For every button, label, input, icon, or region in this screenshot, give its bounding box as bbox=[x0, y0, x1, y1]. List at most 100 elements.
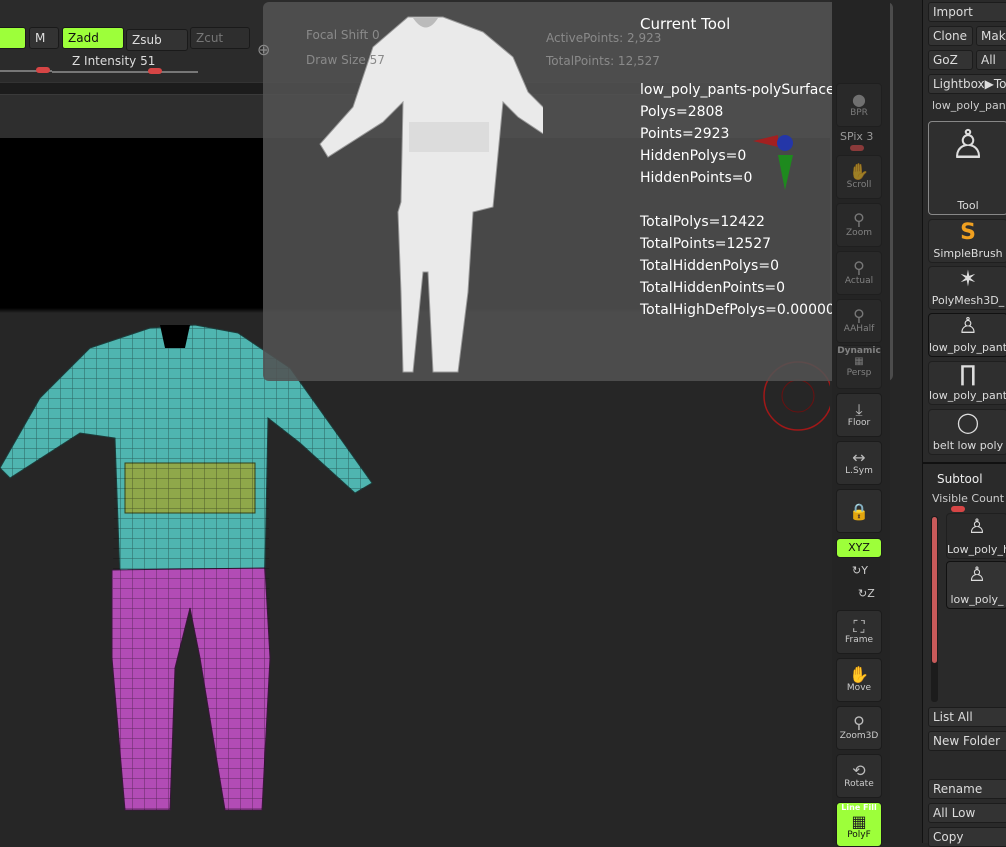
move-button[interactable]: ✋ Move bbox=[836, 658, 882, 702]
aahalf-button[interactable]: ⚲ AAHalf bbox=[836, 299, 882, 343]
zoom-button[interactable]: ⚲ Zoom bbox=[836, 203, 882, 247]
dynamic-label: Dynamic bbox=[837, 346, 881, 356]
tool-thumb-belt[interactable]: ◯ belt low poly bbox=[928, 409, 1006, 455]
bpr-label: BPR bbox=[850, 108, 868, 118]
magnifier-icon: ⚲ bbox=[853, 258, 865, 277]
magnifier-icon: ⚲ bbox=[853, 210, 865, 229]
subtool-label: low_poly_ bbox=[950, 593, 1004, 606]
all-low-button[interactable]: All Low bbox=[928, 803, 1006, 823]
brush-icon[interactable]: ⊕ bbox=[257, 40, 270, 59]
hand-icon: ✋ bbox=[849, 162, 869, 181]
list-all-button[interactable]: List All bbox=[928, 707, 1006, 727]
simplebrush-s-icon: S bbox=[960, 220, 976, 245]
rotate-label: Rotate bbox=[844, 779, 874, 789]
spix-knob[interactable] bbox=[850, 145, 864, 151]
tool-thumb-low-poly-pants-1[interactable]: ♙ low_poly_pants bbox=[928, 313, 1006, 357]
subtool-label: Low_poly_h bbox=[947, 543, 1006, 556]
floor-icon: ⤓ bbox=[855, 400, 863, 419]
rotate-xyz-button[interactable]: XYZ bbox=[836, 538, 882, 558]
zcut-button[interactable]: Zcut bbox=[190, 27, 250, 49]
rotate-z-button[interactable]: ↻Z bbox=[858, 587, 875, 600]
popup-title: Current Tool bbox=[640, 15, 731, 33]
thumb-label: PolyMesh3D_ bbox=[931, 294, 1005, 307]
pants-icon: ∏ bbox=[959, 362, 977, 387]
scrollbar-thumb[interactable] bbox=[932, 517, 937, 663]
new-folder-button[interactable]: New Folder bbox=[928, 731, 1006, 751]
magnifier-sphere-icon: ⚲ bbox=[853, 713, 865, 732]
copy-button[interactable]: Copy bbox=[928, 827, 1006, 847]
subtool-item-low-poly-selected[interactable]: ♙ low_poly_ bbox=[946, 561, 1006, 609]
actual-button[interactable]: ⚲ Actual bbox=[836, 251, 882, 295]
clone-button[interactable]: Clone bbox=[928, 26, 973, 46]
frame-icon: ⛶ bbox=[853, 617, 865, 636]
floor-label: Floor bbox=[847, 418, 871, 428]
subtool-item-low-poly-h[interactable]: ♙ Low_poly_h bbox=[946, 513, 1006, 559]
axis-gizmo-icon bbox=[753, 135, 793, 190]
focal-shift-label[interactable]: Focal Shift 0 bbox=[306, 28, 380, 42]
move-label: Move bbox=[846, 683, 872, 693]
make-polymesh-button[interactable]: Make bbox=[976, 26, 1006, 46]
zoom-label: Zoom bbox=[846, 228, 872, 238]
rotate-y-button[interactable]: ↻Y bbox=[852, 564, 868, 577]
z-intensity-label: Z Intensity 51 bbox=[72, 54, 156, 68]
spix-slider[interactable]: SPix 3 bbox=[840, 130, 873, 143]
import-button[interactable]: Import bbox=[928, 2, 1006, 22]
current-tool-name: low_poly_pants bbox=[932, 99, 1006, 112]
frame-label: Frame bbox=[844, 635, 874, 645]
thumb-label: Tool bbox=[957, 199, 979, 212]
lsym-button[interactable]: ↔ L.Sym bbox=[836, 441, 882, 485]
thumb-label: low_poly_pants bbox=[929, 389, 1006, 402]
divider bbox=[922, 462, 1006, 464]
current-tool-popup: Focal Shift 0 Draw Size 57 ActivePoints:… bbox=[257, 2, 893, 381]
sphere-icon: ● bbox=[852, 90, 866, 109]
polyf-label: PolyF bbox=[847, 830, 871, 840]
m-button[interactable]: M bbox=[29, 27, 59, 49]
linefill-label: Line Fill bbox=[841, 803, 877, 812]
subtool-scrollbar[interactable] bbox=[931, 516, 938, 702]
zsub-button[interactable]: Zsub bbox=[126, 29, 188, 51]
tool-thumb-polymesh3d[interactable]: ✶ PolyMesh3D_ bbox=[928, 266, 1006, 310]
floor-button[interactable]: ⤓ Floor bbox=[836, 393, 882, 437]
slider-knob[interactable] bbox=[36, 67, 50, 73]
goz-all-button[interactable]: All bbox=[976, 50, 1006, 70]
actual-label: Actual bbox=[844, 276, 874, 286]
tool-thumb-current[interactable]: ♙ Tool bbox=[928, 121, 1006, 215]
rotate-xyz-label: XYZ bbox=[848, 541, 870, 554]
figure-icon: ♙ bbox=[968, 562, 986, 586]
rename-button[interactable]: Rename bbox=[928, 779, 1006, 799]
scroll-label: Scroll bbox=[846, 180, 872, 190]
polyframe-grid-icon: ▦ bbox=[851, 812, 867, 831]
z-intensity-knob[interactable] bbox=[148, 68, 162, 74]
lightbox-tools-button[interactable]: Lightbox▶Tools bbox=[928, 74, 1006, 94]
tool-thumb-simplebrush[interactable]: S SimpleBrush bbox=[928, 219, 1006, 263]
visible-count-knob[interactable] bbox=[951, 506, 965, 512]
symmetry-icon: ↔ bbox=[852, 448, 866, 467]
goz-button[interactable]: GoZ bbox=[928, 50, 973, 70]
persp-label: Persp bbox=[846, 368, 872, 378]
z-intensity-slider[interactable] bbox=[52, 71, 198, 73]
zoom3d-button[interactable]: ⚲ Zoom3D bbox=[836, 706, 882, 750]
mrgb-button[interactable] bbox=[0, 27, 26, 49]
figure-icon: ♙ bbox=[968, 514, 986, 538]
figure-icon: ♙ bbox=[950, 122, 986, 168]
draw-size-label[interactable]: Draw Size 57 bbox=[306, 53, 385, 67]
scroll-button[interactable]: ✋ Scroll bbox=[836, 155, 882, 199]
lsym-label: L.Sym bbox=[845, 466, 873, 476]
star-icon: ✶ bbox=[958, 267, 978, 292]
thumb-label: SimpleBrush bbox=[933, 247, 1003, 260]
rotate-button[interactable]: ⟲ Rotate bbox=[836, 754, 882, 798]
tool-thumb-low-poly-pants-2[interactable]: ∏ low_poly_pants bbox=[928, 361, 1006, 405]
figure-icon: ♙ bbox=[958, 314, 978, 339]
zoom3d-label: Zoom3D bbox=[839, 731, 879, 741]
camera-lock-icon: 🔒 bbox=[849, 502, 869, 521]
thumb-label: belt low poly bbox=[932, 439, 1004, 452]
aahalf-label: AAHalf bbox=[843, 324, 875, 334]
zadd-button[interactable]: Zadd bbox=[62, 27, 124, 49]
subtool-title[interactable]: Subtool bbox=[937, 472, 983, 486]
visible-count-slider[interactable]: Visible Count bbox=[932, 492, 1004, 505]
bpr-button[interactable]: ● BPR bbox=[836, 83, 882, 127]
persp-button[interactable]: Dynamic ▦ Persp bbox=[836, 345, 882, 389]
polyf-button[interactable]: Line Fill ▦ PolyF bbox=[836, 802, 882, 847]
camera-lock-button[interactable]: 🔒 bbox=[836, 489, 882, 533]
frame-button[interactable]: ⛶ Frame bbox=[836, 610, 882, 654]
